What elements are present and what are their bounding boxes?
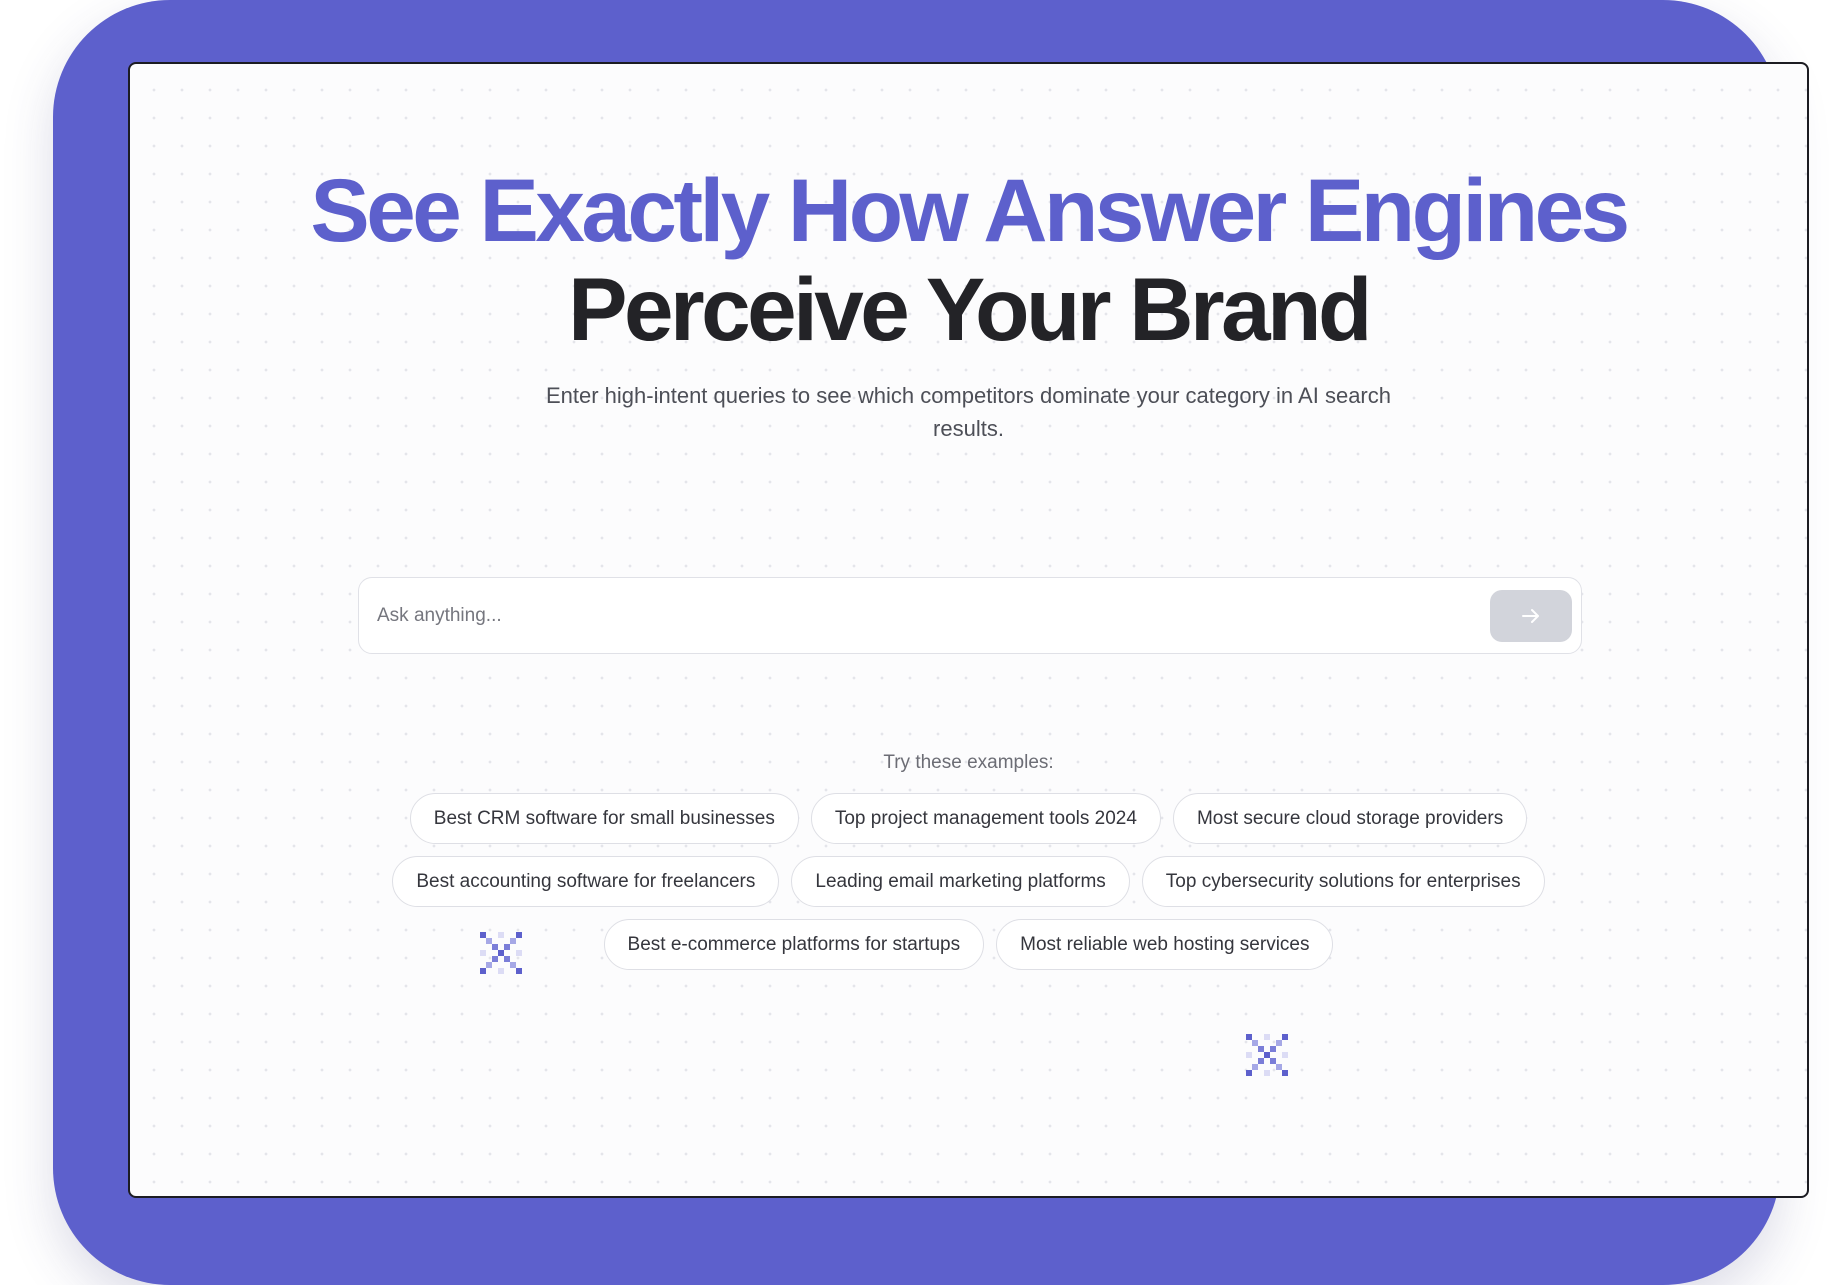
headline-main: Perceive Your Brand <box>568 259 1372 359</box>
example-chip[interactable]: Leading email marketing platforms <box>791 856 1130 907</box>
example-chip[interactable]: Best CRM software for small businesses <box>409 793 799 844</box>
chip-row: Best CRM software for small businesses T… <box>130 793 1807 844</box>
example-chip[interactable]: Most secure cloud storage providers <box>1172 793 1528 844</box>
hero-subtitle: Enter high-intent queries to see which c… <box>545 383 1391 441</box>
example-chip[interactable]: Most reliable web hosting services <box>996 919 1334 970</box>
example-chip[interactable]: Top project management tools 2024 <box>810 793 1161 844</box>
headline-accent: See Exactly How Answer Engines <box>310 160 1630 260</box>
pixel-sparkle-icon <box>1246 1034 1288 1076</box>
example-chip[interactable]: Top cybersecurity solutions for enterpri… <box>1141 856 1545 907</box>
example-chip[interactable]: Best e-commerce platforms for startups <box>603 919 985 970</box>
arrow-right-icon <box>1522 608 1539 623</box>
example-chip[interactable]: Best accounting software for freelancers <box>392 856 780 907</box>
chip-row: Best e-commerce platforms for startups M… <box>130 919 1807 970</box>
chip-row: Best accounting software for freelancers… <box>130 856 1807 907</box>
submit-button[interactable] <box>1490 589 1572 642</box>
pixel-sparkle-icon <box>480 932 522 974</box>
example-chips: Best CRM software for small businesses T… <box>130 793 1807 982</box>
examples-label: Try these examples: <box>883 752 1054 773</box>
search-bar <box>358 577 1582 654</box>
app-screen: See Exactly How Answer Engines Perceive … <box>128 62 1809 1198</box>
device-frame: See Exactly How Answer Engines Perceive … <box>53 0 1809 1285</box>
search-input[interactable] <box>359 578 1490 653</box>
